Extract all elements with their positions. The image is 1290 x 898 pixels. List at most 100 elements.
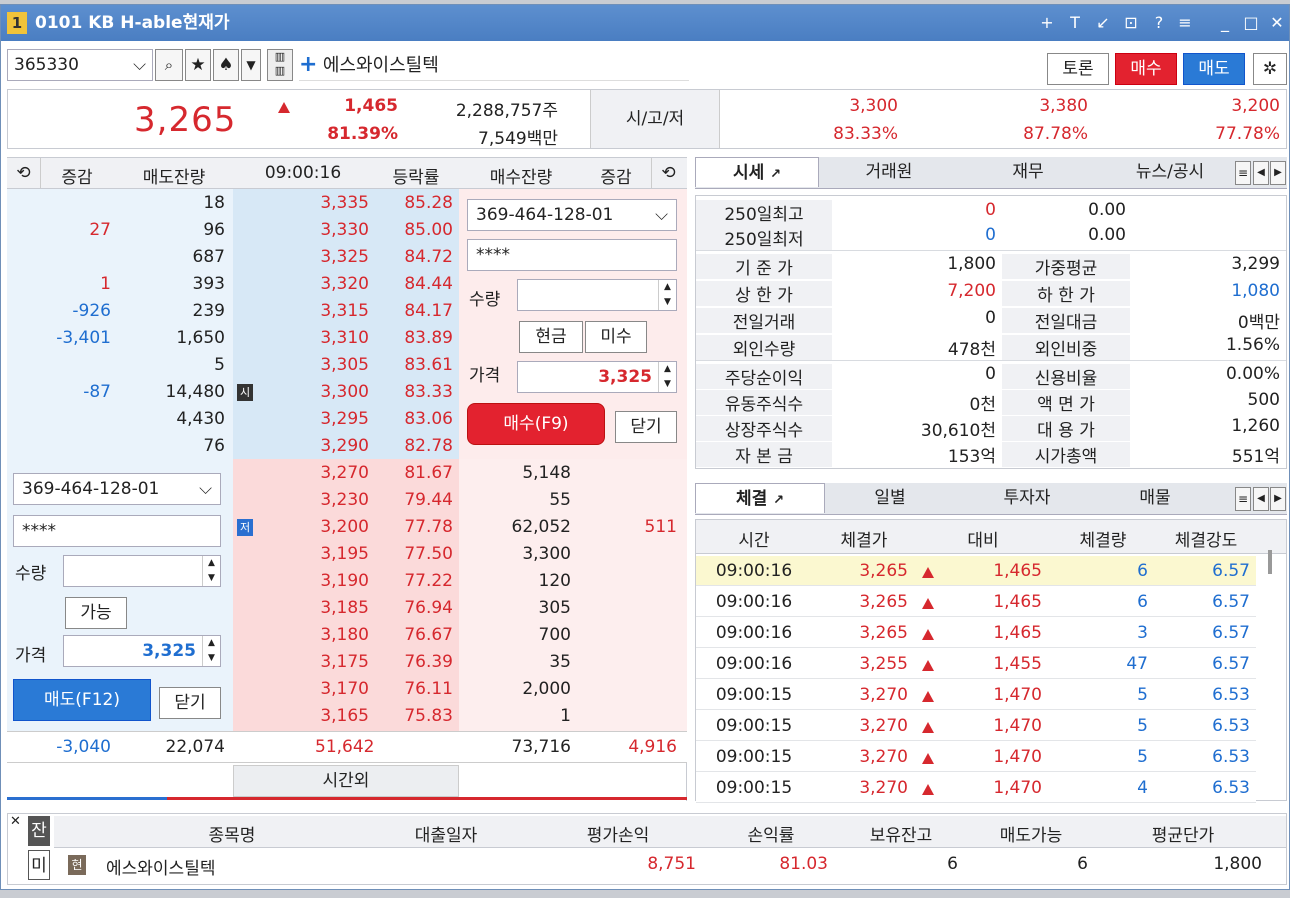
bid-price[interactable]: 3,185 (257, 598, 369, 618)
tab-prev-icon[interactable]: ◀ (1253, 161, 1269, 185)
ask-rate: 84.72 (404, 247, 453, 267)
tab-trades[interactable]: 체결 ↗ (695, 483, 825, 513)
buy-account-select[interactable]: 369-464-128-01 ⌵ (467, 199, 677, 231)
ask-price[interactable]: 3,320 (257, 274, 369, 294)
ask-price[interactable]: 3,315 (257, 301, 369, 321)
available-button[interactable]: 가능 (65, 597, 127, 629)
bid-price[interactable]: 3,165 (257, 706, 369, 726)
tab-menu-icon[interactable]: ≡ (1235, 487, 1251, 511)
search-icon[interactable]: ⌕ (155, 49, 183, 81)
menu-icon[interactable]: ≡ (1173, 5, 1197, 41)
plus-icon[interactable]: + (299, 52, 317, 77)
bid-price[interactable]: 3,230 (257, 490, 369, 510)
spade-icon[interactable]: ♠ (213, 49, 239, 81)
sell-password-input[interactable]: **** (13, 515, 221, 547)
balance-tab[interactable]: 잔 (28, 816, 50, 846)
stepper-icon[interactable]: ▲ ▼ (202, 556, 220, 586)
col-bid-change: 증감 (600, 168, 632, 188)
table-row[interactable]: 09:00:15 3,270 1,470 4 6.53 (696, 773, 1256, 803)
ask-change: 1 (100, 274, 111, 294)
maximize-icon[interactable]: □ (1239, 5, 1263, 41)
dropdown-icon[interactable]: ▼ (241, 49, 261, 81)
trade-tabs: 체결 ↗ 일별 투자자 매물 ≡ ◀ ▶ (695, 483, 1287, 515)
credit-button[interactable]: 미수 (585, 321, 647, 353)
cash-button[interactable]: 현금 (519, 321, 583, 353)
tab-next-icon[interactable]: ▶ (1270, 487, 1286, 511)
tab-next-icon[interactable]: ▶ (1270, 161, 1286, 185)
add-icon[interactable]: + (1035, 5, 1059, 41)
buy-qty-stepper[interactable]: ▲ ▼ (517, 279, 677, 311)
ask-price[interactable]: 3,305 (257, 355, 369, 375)
link-icon[interactable]: ↙ (1091, 5, 1115, 41)
holding-sellable: 6 (1077, 854, 1088, 874)
unfilled-tab[interactable]: 미 (28, 850, 50, 880)
ask-price[interactable]: 3,290 (257, 436, 369, 456)
trade-strength: 6.57 (1212, 561, 1250, 581)
bid-price[interactable]: 3,170 (257, 679, 369, 699)
stock-name-field: + 에스와이스틸텍 (299, 49, 689, 81)
refresh-icon[interactable]: ⟲ (7, 158, 41, 188)
sell-button[interactable]: 매도 (1183, 53, 1245, 85)
close-icon[interactable]: ✕ (1265, 5, 1289, 41)
stepper-icon[interactable]: ▲ ▼ (658, 362, 676, 392)
buy-button[interactable]: 매수 (1115, 53, 1177, 85)
tab-investor[interactable]: 투자자 (967, 483, 1087, 513)
bid-price[interactable]: 3,180 (257, 625, 369, 645)
tab-volume-profile[interactable]: 매물 (1095, 483, 1215, 513)
buy-close-button[interactable]: 닫기 (615, 411, 677, 443)
bid-price[interactable]: 3,175 (257, 652, 369, 672)
grid-icon[interactable]: ▥ ▥ (267, 49, 293, 81)
sell-qty-stepper[interactable]: ▲ ▼ (63, 555, 221, 587)
table-row[interactable]: 09:00:16 3,255 1,455 47 6.57 (696, 649, 1256, 679)
ask-price[interactable]: 3,295 (257, 409, 369, 429)
ask-price[interactable]: 3,330 (257, 220, 369, 240)
sell-account-select[interactable]: 369-464-128-01 ⌵ (13, 473, 221, 505)
bid-price[interactable]: 3,200 (257, 517, 369, 537)
open-tag-icon: 시 (237, 384, 253, 401)
ask-price[interactable]: 3,325 (257, 247, 369, 267)
bid-price[interactable]: 3,190 (257, 571, 369, 591)
sell-order-button[interactable]: 매도(F12) (13, 679, 151, 721)
tab-news[interactable]: 뉴스/공시 (1105, 157, 1235, 187)
scrollbar[interactable] (1268, 550, 1272, 574)
buy-order-button[interactable]: 매수(F9) (467, 403, 605, 445)
table-row[interactable]: 09:00:15 3,270 1,470 5 6.53 (696, 742, 1256, 772)
orderbook-body: 18 3,335 85.28 27 96 3,330 85.00 687 3,325 84.72 1… (7, 189, 687, 801)
col-ask-change: 증감 (61, 168, 93, 188)
stepper-icon[interactable]: ▲ ▼ (658, 280, 676, 310)
sell-close-button[interactable]: 닫기 (159, 687, 221, 719)
tab-market[interactable]: 시세 ↗ (695, 157, 819, 187)
chevron-down-icon[interactable]: ⌵ (133, 50, 146, 80)
ask-price[interactable]: 3,335 (257, 193, 369, 213)
buy-price-stepper[interactable]: 3,325 ▲ ▼ (517, 361, 677, 393)
table-row[interactable]: 09:00:16 3,265 1,465 6 6.57 (696, 556, 1256, 586)
refresh-icon[interactable]: ⟲ (651, 158, 685, 188)
table-row[interactable]: 09:00:15 3,270 1,470 5 6.53 (696, 711, 1256, 741)
talk-button[interactable]: 토론 (1047, 53, 1109, 85)
ask-price[interactable]: 3,300 (257, 382, 369, 402)
gear-icon[interactable]: ✲ (1253, 53, 1287, 85)
text-icon[interactable]: T (1063, 5, 1087, 41)
tab-menu-icon[interactable]: ≡ (1235, 161, 1251, 185)
ask-price[interactable]: 3,310 (257, 328, 369, 348)
tab-broker[interactable]: 거래원 (819, 157, 959, 187)
stepper-icon[interactable]: ▲ ▼ (202, 636, 220, 666)
bid-price[interactable]: 3,270 (257, 463, 369, 483)
table-row[interactable]: 09:00:15 3,270 1,470 5 6.53 (696, 680, 1256, 710)
table-row[interactable]: 09:00:16 3,265 1,465 3 6.57 (696, 618, 1256, 648)
screen-icon[interactable]: ⊡ (1119, 5, 1143, 41)
minimize-icon[interactable]: _ (1213, 5, 1237, 41)
table-row[interactable]: 현 에스와이스틸텍 8,751 81.03 6 6 1,800 (54, 850, 1286, 880)
buy-password-input[interactable]: **** (467, 239, 677, 271)
table-row[interactable]: 09:00:16 3,265 1,465 6 6.57 (696, 587, 1256, 617)
star-icon[interactable]: ★ (185, 49, 211, 81)
sell-price-stepper[interactable]: 3,325 ▲ ▼ (63, 635, 221, 667)
tab-finance[interactable]: 재무 (973, 157, 1083, 187)
after-hours-label[interactable]: 시간외 (233, 765, 459, 797)
help-icon[interactable]: ? (1147, 5, 1171, 41)
close-icon[interactable]: ✕ (10, 814, 21, 829)
stock-code-input[interactable]: 365330 ⌵ (7, 49, 153, 81)
tab-daily[interactable]: 일별 (825, 483, 955, 513)
bid-price[interactable]: 3,195 (257, 544, 369, 564)
tab-prev-icon[interactable]: ◀ (1253, 487, 1269, 511)
